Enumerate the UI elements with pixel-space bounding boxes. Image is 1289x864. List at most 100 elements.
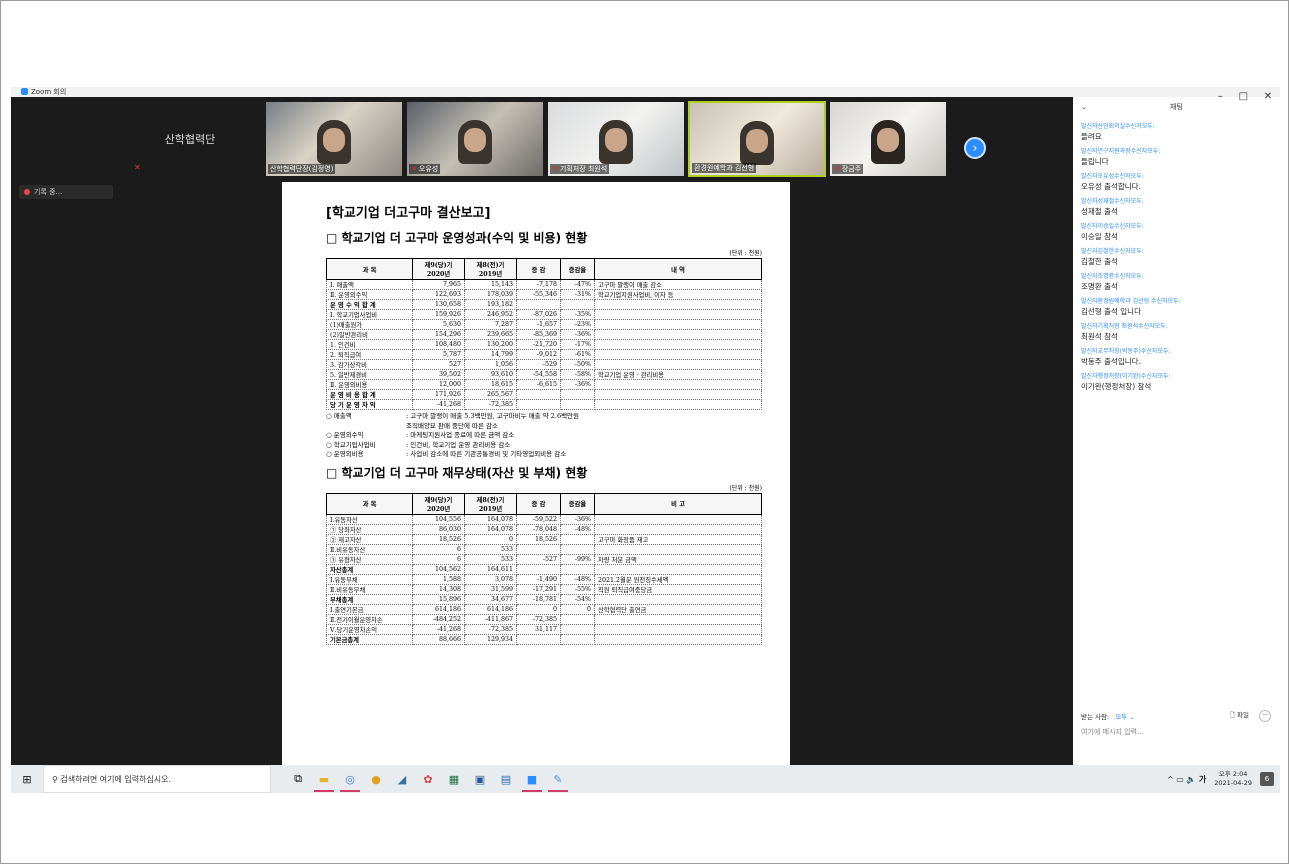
hwp-icon[interactable]: ▣ <box>467 765 493 793</box>
paint-icon[interactable]: ✿ <box>415 765 441 793</box>
chevron-down-icon[interactable]: ⌄ <box>1081 97 1087 117</box>
participant-tile[interactable]: 산학협력단장(김정영) <box>265 101 403 177</box>
windows-start-icon[interactable]: ⊞ <box>11 773 43 786</box>
table-cell: ① 당좌자산 <box>326 523 413 535</box>
taskbar-search-input[interactable]: ⚲ 검색하려면 여기에 입력하십시오. <box>43 765 271 793</box>
table-cell <box>594 543 762 555</box>
table-cell: -54% <box>560 593 595 605</box>
table-cell: 154,296 <box>412 329 465 340</box>
app-icon[interactable]: ◢ <box>389 765 415 793</box>
table-row: Ⅱ.비유동자산 6 533 <box>326 543 762 555</box>
file-icon: 🗋 <box>1229 711 1235 719</box>
table-cell <box>594 359 762 370</box>
chat-message[interactable]: 발신자김철한수신자모두: 김철한 출석 <box>1073 246 1280 267</box>
chat-sender: 발신자이승일수신자모두: <box>1081 223 1144 230</box>
table-cell: -36% <box>560 513 595 525</box>
chat-message[interactable]: 발신자행정처장(이기완)수신자모두: 이기완(행정처장) 참석 <box>1073 371 1280 392</box>
edge-icon[interactable]: ◎ <box>337 765 363 793</box>
table-cell: -50% <box>560 359 595 370</box>
chat-message[interactable]: 발신자조명환수신자모두: 조명환 출석 <box>1073 271 1280 292</box>
chat-input[interactable]: 여기에 메시지 입력... <box>1081 727 1144 737</box>
table-cell: 7,965 <box>412 279 465 290</box>
close-icon[interactable]: ✕ <box>1264 87 1272 107</box>
calculator-icon[interactable]: ▤ <box>493 765 519 793</box>
table-cell: 239,665 <box>464 329 517 340</box>
table-cell: 당 기 운 영 차 익 <box>326 399 413 410</box>
table-cell: 130,200 <box>464 339 517 350</box>
table-body: Ⅰ. 매출액 7,965 15,143 -7,178 -47% 고구마 말랭이 매출 감소… <box>326 279 762 410</box>
participant-label: 환경원예학과 김선형 <box>692 163 757 173</box>
chat-message[interactable]: 발신자성재철수신자모두: 성재철 출석 <box>1073 196 1280 217</box>
table-cell: Ⅱ.비유동자산 <box>326 543 413 555</box>
task-view-icon[interactable]: ⧉ <box>285 765 311 793</box>
table-row: 2. 퇴직급여 5,787 14,799 -9,012 -61% <box>326 349 762 360</box>
chat-message[interactable]: 발신자환경원예학과 김선형 수신자모두: 김선형 출석 입니다 <box>1073 296 1280 317</box>
table-cell: 고구마 말랭이 매출 감소 <box>594 279 762 290</box>
table-cell: 5,630 <box>412 319 465 330</box>
minimize-icon[interactable]: – <box>1218 87 1223 107</box>
table-cell: 614,186 <box>464 603 517 615</box>
excel-icon[interactable]: ▦ <box>441 765 467 793</box>
table-cell <box>594 349 762 360</box>
chrome-icon[interactable]: ● <box>363 765 389 793</box>
ime-indicator[interactable]: 가 <box>1199 774 1206 785</box>
table-header: 증 감 <box>516 258 561 280</box>
table-cell <box>594 319 762 330</box>
table-cell: 164,078 <box>464 523 517 535</box>
participant-tile[interactable]: ✕ 기획처장 최원석 <box>547 101 685 177</box>
next-page-button[interactable]: › <box>964 137 986 159</box>
table-row: Ⅱ. 운영외비용 12,000 18,615 -6,615 -36% <box>326 379 762 390</box>
table-cell: 6 <box>412 553 465 565</box>
participant-tile[interactable]: ✕ 장금주 <box>829 101 947 177</box>
section1-notes: ○ 매출액: 고구마 말랭이 매출 5.3백만원, 고구마비누 매출 약 2.6… <box>326 412 762 460</box>
table-cell: 88,666 <box>412 633 465 645</box>
table-cell: 3,078 <box>464 573 517 585</box>
chat-message[interactable]: 발신자기획처장 최원석수신자모두: 최원석 참석 <box>1073 321 1280 342</box>
table-row: ① 유형자산 6 533 -527 -99% 차량 처분 금액 <box>326 553 762 565</box>
notification-center-icon[interactable]: 6 <box>1260 772 1274 786</box>
file-explorer-icon[interactable]: ▬ <box>311 765 337 793</box>
network-icon[interactable]: ▭ <box>1176 775 1184 784</box>
file-button[interactable]: 🗋 파일 <box>1230 709 1249 722</box>
table-row: Ⅱ.전기이월운영차손 -484,252 -411,867 -72,385 <box>326 613 762 625</box>
chat-message[interactable]: 발신자교무처장(박동주)수신자모두: 박동주 출석입니다. <box>1073 346 1280 367</box>
table-cell <box>560 563 595 575</box>
table-header: 증감율 <box>560 258 595 280</box>
chat-panel: ⌄ 채팅 – □ ✕ 발신자산단회의실수신자모두: 들려요 발신자연구지원과장수신자… <box>1073 91 1280 765</box>
table-cell: 학교기업 운영 · 관리비용 <box>594 369 762 380</box>
recipient-dropdown[interactable]: 모두 ⌄ <box>1115 711 1134 721</box>
tray-chevron-icon[interactable]: ^ <box>1167 775 1174 784</box>
recording-indicator[interactable]: 기록 중... <box>19 185 113 199</box>
clock[interactable]: 오후 2:04 2021-04-29 <box>1214 770 1252 788</box>
participant-video <box>871 120 905 164</box>
participant-tile[interactable]: ✕ 오유성 <box>406 101 544 177</box>
table-row: Ⅱ.비유동부채 14,308 31,599 -17,291 -55% 직원 퇴직급여충당금 <box>326 583 762 595</box>
table-cell: ② 재고자산 <box>326 533 413 545</box>
participant-tile-active-speaker[interactable]: 환경원예학과 김선형 <box>688 101 826 177</box>
table-cell: -99% <box>560 553 595 565</box>
table-cell: (1)매출원가 <box>326 319 413 330</box>
zoom-icon[interactable]: ■ <box>519 765 545 793</box>
chat-message[interactable]: 발신자연구지원과장수신자모두: 들립니다 <box>1073 146 1280 167</box>
participant-tile-name-only[interactable]: 산학협력단 ✕ <box>119 101 261 177</box>
table-cell: 614,186 <box>412 603 465 615</box>
table-cell: 18,526 <box>412 533 465 545</box>
chat-sender: 발신자연구지원과장수신자모두: <box>1081 148 1161 155</box>
table-cell: -54,558 <box>516 369 561 380</box>
maximize-icon[interactable]: □ <box>1239 87 1248 107</box>
taskbar-pinned-apps: ⧉ ▬ ◎ ● ◢ ✿ ▦ ▣ ▤ ■ ✎ <box>285 765 571 793</box>
participant-name: 산학협력단 <box>164 133 216 146</box>
chat-message[interactable]: 발신자산단회의실수신자모두: 들려요 <box>1073 121 1280 142</box>
note-line: ○ 운영외비용: 사업비 감소에 따른 기관공통경비 및 기타영업외비용 감소 <box>326 450 762 460</box>
more-options-icon[interactable]: ··· <box>1259 709 1271 722</box>
table-cell <box>594 523 762 535</box>
table-cell: 15,143 <box>464 279 517 290</box>
chat-message[interactable]: 발신자이승일수신자모두: 이승일 참석 <box>1073 221 1280 242</box>
chat-message[interactable]: 발신자오유성수신자모두: 오유성 출석합니다. <box>1073 171 1280 192</box>
table-cell: 14,308 <box>412 583 465 595</box>
chat-sender: 발신자성재철수신자모두: <box>1081 198 1144 205</box>
volume-icon[interactable]: 🔈 <box>1186 775 1196 784</box>
paint-app-icon[interactable]: ✎ <box>545 765 571 793</box>
operating-results-table: 과 목 제9(당)기 2020년 제8(전)기 2019년 증 감 증감율 내 … <box>326 258 762 410</box>
table-cell: 18,526 <box>516 533 561 545</box>
